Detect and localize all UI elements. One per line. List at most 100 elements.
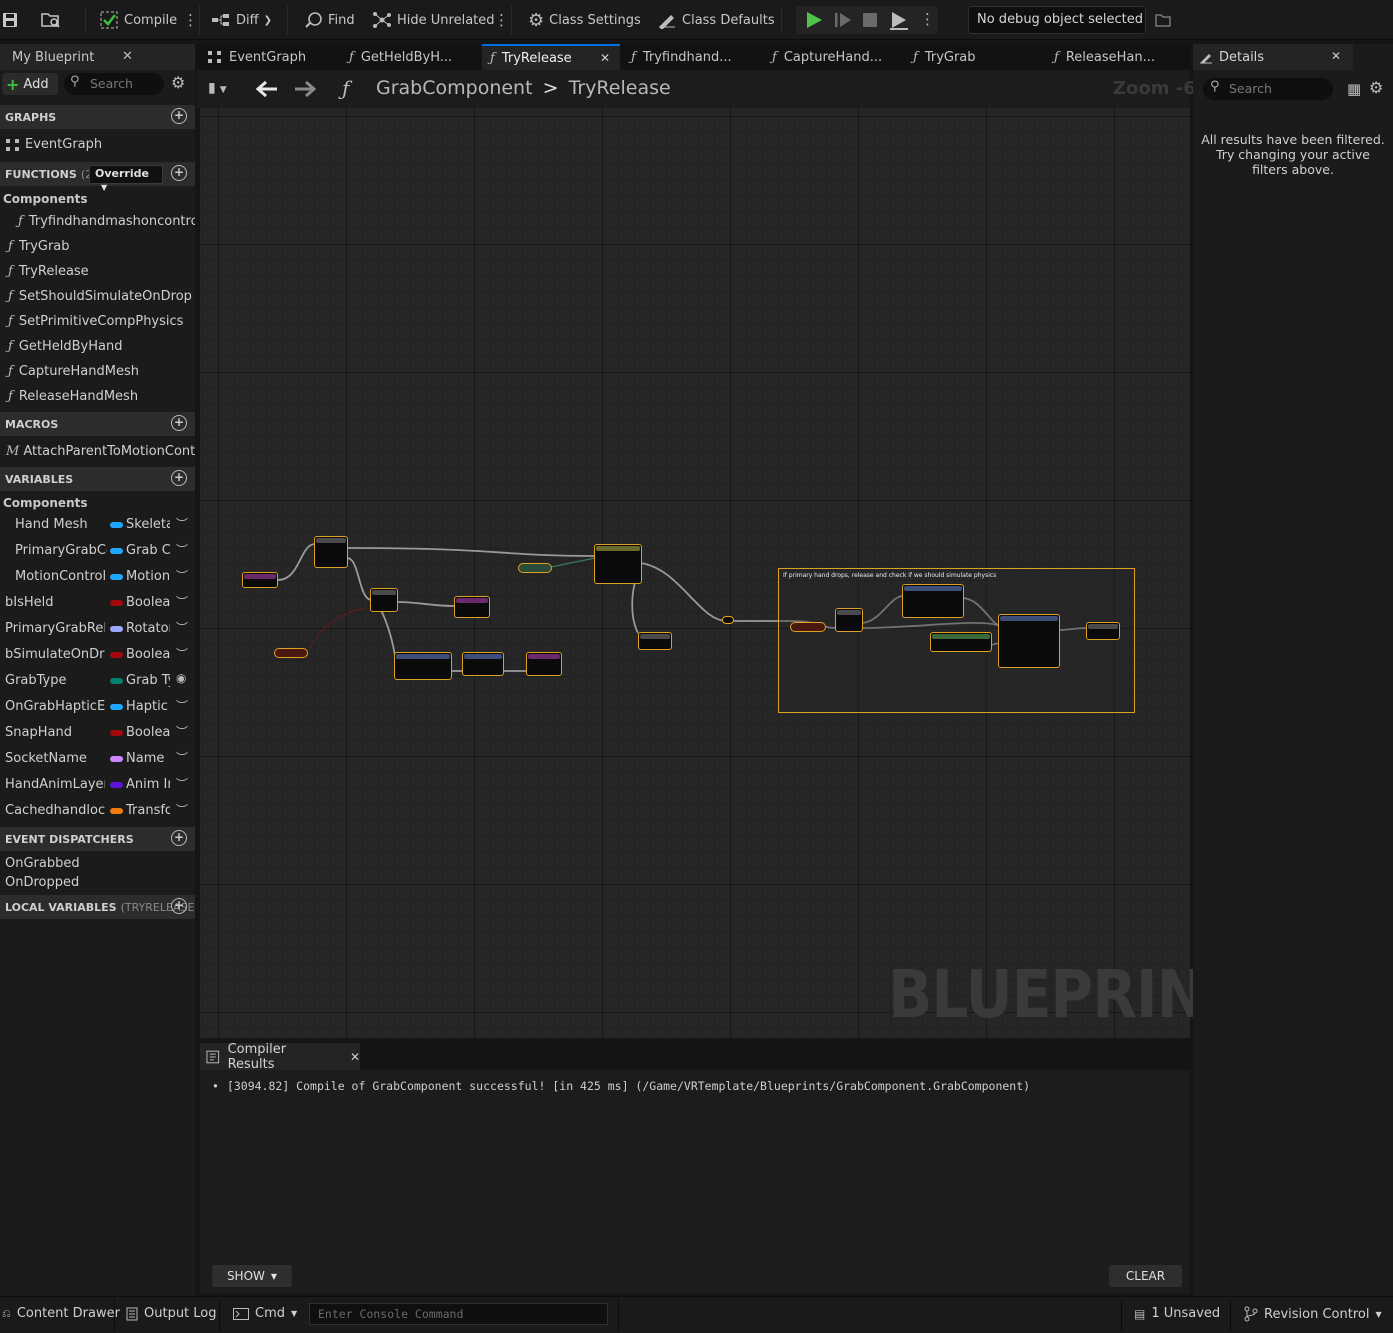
blueprint-node[interactable] xyxy=(518,563,552,573)
eye-closed-icon[interactable]: ︶ xyxy=(176,697,188,714)
function-item[interactable]: ƒ TryGrab xyxy=(0,234,195,259)
output-log-button[interactable]: Output Log xyxy=(126,1306,217,1321)
variable-row[interactable]: SocketName Name ︶ xyxy=(0,746,195,772)
blueprint-graph-canvas[interactable]: If primary hand drops, release and check… xyxy=(200,108,1190,1038)
add-button[interactable]: + Add xyxy=(2,73,58,95)
variable-type[interactable]: Transfo xyxy=(126,803,170,818)
gear-icon[interactable]: ⚙ xyxy=(1369,78,1383,97)
variable-row[interactable]: Cachedhandloca Transfo ︶ xyxy=(0,798,195,824)
revision-control-button[interactable]: Revision Control ▼ xyxy=(1244,1306,1382,1322)
variable-row[interactable]: bIsHeld Boolean ︶ xyxy=(0,590,195,616)
console-command-input[interactable]: Enter Console Command xyxy=(309,1303,608,1325)
variable-type[interactable]: Grab Ty xyxy=(126,673,170,688)
graphs-category[interactable]: GRAPHS + xyxy=(0,105,195,129)
blueprint-node[interactable] xyxy=(1086,622,1120,640)
blueprint-node[interactable] xyxy=(462,652,504,676)
play-options-icon[interactable]: ⋮ xyxy=(920,10,935,28)
debug-filter-icon[interactable] xyxy=(1154,6,1172,34)
my-blueprint-tab[interactable]: My Blueprint ✕ xyxy=(0,44,195,70)
graph-item-eventgraph[interactable]: EventGraph xyxy=(0,132,195,157)
eye-closed-icon[interactable]: ︶ xyxy=(176,515,188,532)
eye-open-icon[interactable]: ◉ xyxy=(176,671,186,685)
blueprint-node[interactable] xyxy=(394,652,452,680)
variable-type[interactable]: Anim In xyxy=(126,777,170,792)
variable-row[interactable]: PrimaryGrabCo Grab C ︶ xyxy=(0,538,195,564)
compile-options-icon[interactable]: ⋮ xyxy=(183,6,198,34)
blueprint-node[interactable] xyxy=(526,652,562,676)
dispatcher-item[interactable]: OnDropped xyxy=(0,870,195,895)
eject-icon[interactable] xyxy=(889,10,909,30)
eye-closed-icon[interactable]: ︶ xyxy=(176,749,188,766)
debug-object-select[interactable]: No debug object selected ▼ xyxy=(968,6,1146,34)
functions-subcategory[interactable]: Components xyxy=(3,192,88,206)
blueprint-node[interactable] xyxy=(242,572,278,588)
tab-capturehand[interactable]: ƒ CaptureHand... xyxy=(764,44,904,70)
close-icon[interactable]: ✕ xyxy=(350,1050,360,1064)
add-local-variable-icon[interactable]: + xyxy=(171,898,187,914)
eye-closed-icon[interactable]: ︶ xyxy=(176,619,188,636)
compiler-message[interactable]: • [3094.82] Compile of GrabComponent succ… xyxy=(212,1079,1030,1093)
variables-category[interactable]: VARIABLES + xyxy=(0,467,195,491)
tab-eventgraph[interactable]: EventGraph xyxy=(200,44,340,70)
functions-category[interactable]: FUNCTIONS (2 C Override ▼ + xyxy=(0,162,195,192)
variable-type[interactable]: Boolean xyxy=(126,595,170,610)
hide-unrelated-button[interactable]: Hide Unrelated xyxy=(372,6,495,34)
close-icon[interactable]: ✕ xyxy=(600,51,610,65)
blueprint-node[interactable] xyxy=(902,584,964,618)
blueprint-node[interactable] xyxy=(722,616,734,624)
play-icon[interactable] xyxy=(804,10,824,30)
variable-row[interactable]: GrabType Grab Ty ◉ xyxy=(0,668,195,694)
save-icon[interactable] xyxy=(2,6,18,34)
event-dispatchers-category[interactable]: EVENT DISPATCHERS + xyxy=(0,827,195,851)
variable-type[interactable]: Name xyxy=(126,751,170,766)
blueprint-node[interactable] xyxy=(638,632,672,650)
class-settings-button[interactable]: ⚙ Class Settings xyxy=(528,6,641,34)
eye-closed-icon[interactable]: ︶ xyxy=(176,801,188,818)
eye-closed-icon[interactable]: ︶ xyxy=(176,541,188,558)
close-icon[interactable]: ✕ xyxy=(1331,49,1341,63)
breadcrumb-parent[interactable]: GrabComponent xyxy=(376,77,533,99)
blueprint-node[interactable] xyxy=(998,614,1060,668)
step-icon[interactable] xyxy=(834,11,852,29)
function-item[interactable]: ƒ Tryfindhandmashoncontroll xyxy=(0,209,195,234)
eye-closed-icon[interactable]: ︶ xyxy=(176,645,188,662)
my-blueprint-search-input[interactable]: ⚲ Search xyxy=(64,73,164,95)
cmd-dropdown[interactable]: Cmd ▼ xyxy=(233,1306,297,1321)
close-icon[interactable]: ✕ xyxy=(122,49,133,64)
details-search-input[interactable]: ⚲ Search xyxy=(1203,78,1333,100)
tab-tryfindhand[interactable]: ƒ Tryfindhand... xyxy=(623,44,763,70)
eye-closed-icon[interactable]: ︶ xyxy=(176,567,188,584)
browse-icon[interactable] xyxy=(40,6,62,34)
variable-type[interactable]: Skeleta xyxy=(126,517,170,532)
variable-row[interactable]: OnGrabHapticEff Haptic I ︶ xyxy=(0,694,195,720)
override-dropdown[interactable]: Override ▼ xyxy=(89,165,163,192)
variable-type[interactable]: Grab C xyxy=(126,543,170,558)
tab-trygrab[interactable]: ƒ TryGrab xyxy=(905,44,1045,70)
table-view-icon[interactable]: ▦ xyxy=(1347,80,1361,98)
tab-tryrelease[interactable]: ƒ TryRelease ✕ xyxy=(482,44,620,70)
variable-row[interactable]: PrimaryGrabRela Rotator ︶ xyxy=(0,616,195,642)
blueprint-node[interactable] xyxy=(835,608,863,632)
class-defaults-button[interactable]: Class Defaults xyxy=(657,6,775,34)
function-item[interactable]: ƒ SetShouldSimulateOnDrop xyxy=(0,284,195,309)
find-button[interactable]: Find xyxy=(305,6,355,34)
macros-category[interactable]: MACROS + xyxy=(0,412,195,436)
stop-icon[interactable] xyxy=(862,12,878,28)
macro-item[interactable]: M AttachParentToMotionContro xyxy=(0,439,195,464)
blueprint-node[interactable] xyxy=(274,648,308,658)
eye-closed-icon[interactable]: ︶ xyxy=(176,775,188,792)
variable-type[interactable]: Motion xyxy=(126,569,170,584)
blueprint-node[interactable] xyxy=(790,622,826,632)
blueprint-node[interactable] xyxy=(594,544,642,584)
variable-row[interactable]: Hand Mesh Skeleta ︶ xyxy=(0,512,195,538)
variable-type[interactable]: Boolean xyxy=(126,647,170,662)
variable-row[interactable]: bSimulateOnDro Boolean ︶ xyxy=(0,642,195,668)
variable-type[interactable]: Boolean xyxy=(126,725,170,740)
variable-row[interactable]: SnapHand Boolean ︶ xyxy=(0,720,195,746)
compiler-results-tab[interactable]: Compiler Results ✕ xyxy=(200,1042,360,1072)
function-item[interactable]: ƒ ReleaseHandMesh xyxy=(0,384,195,409)
add-variable-icon[interactable]: + xyxy=(171,470,187,486)
function-item[interactable]: ƒ SetPrimitiveCompPhysics xyxy=(0,309,195,334)
hide-unrelated-options-icon[interactable]: ⋮ xyxy=(494,6,509,34)
bookmark-icon[interactable]: ▮ ▼ xyxy=(208,80,227,96)
